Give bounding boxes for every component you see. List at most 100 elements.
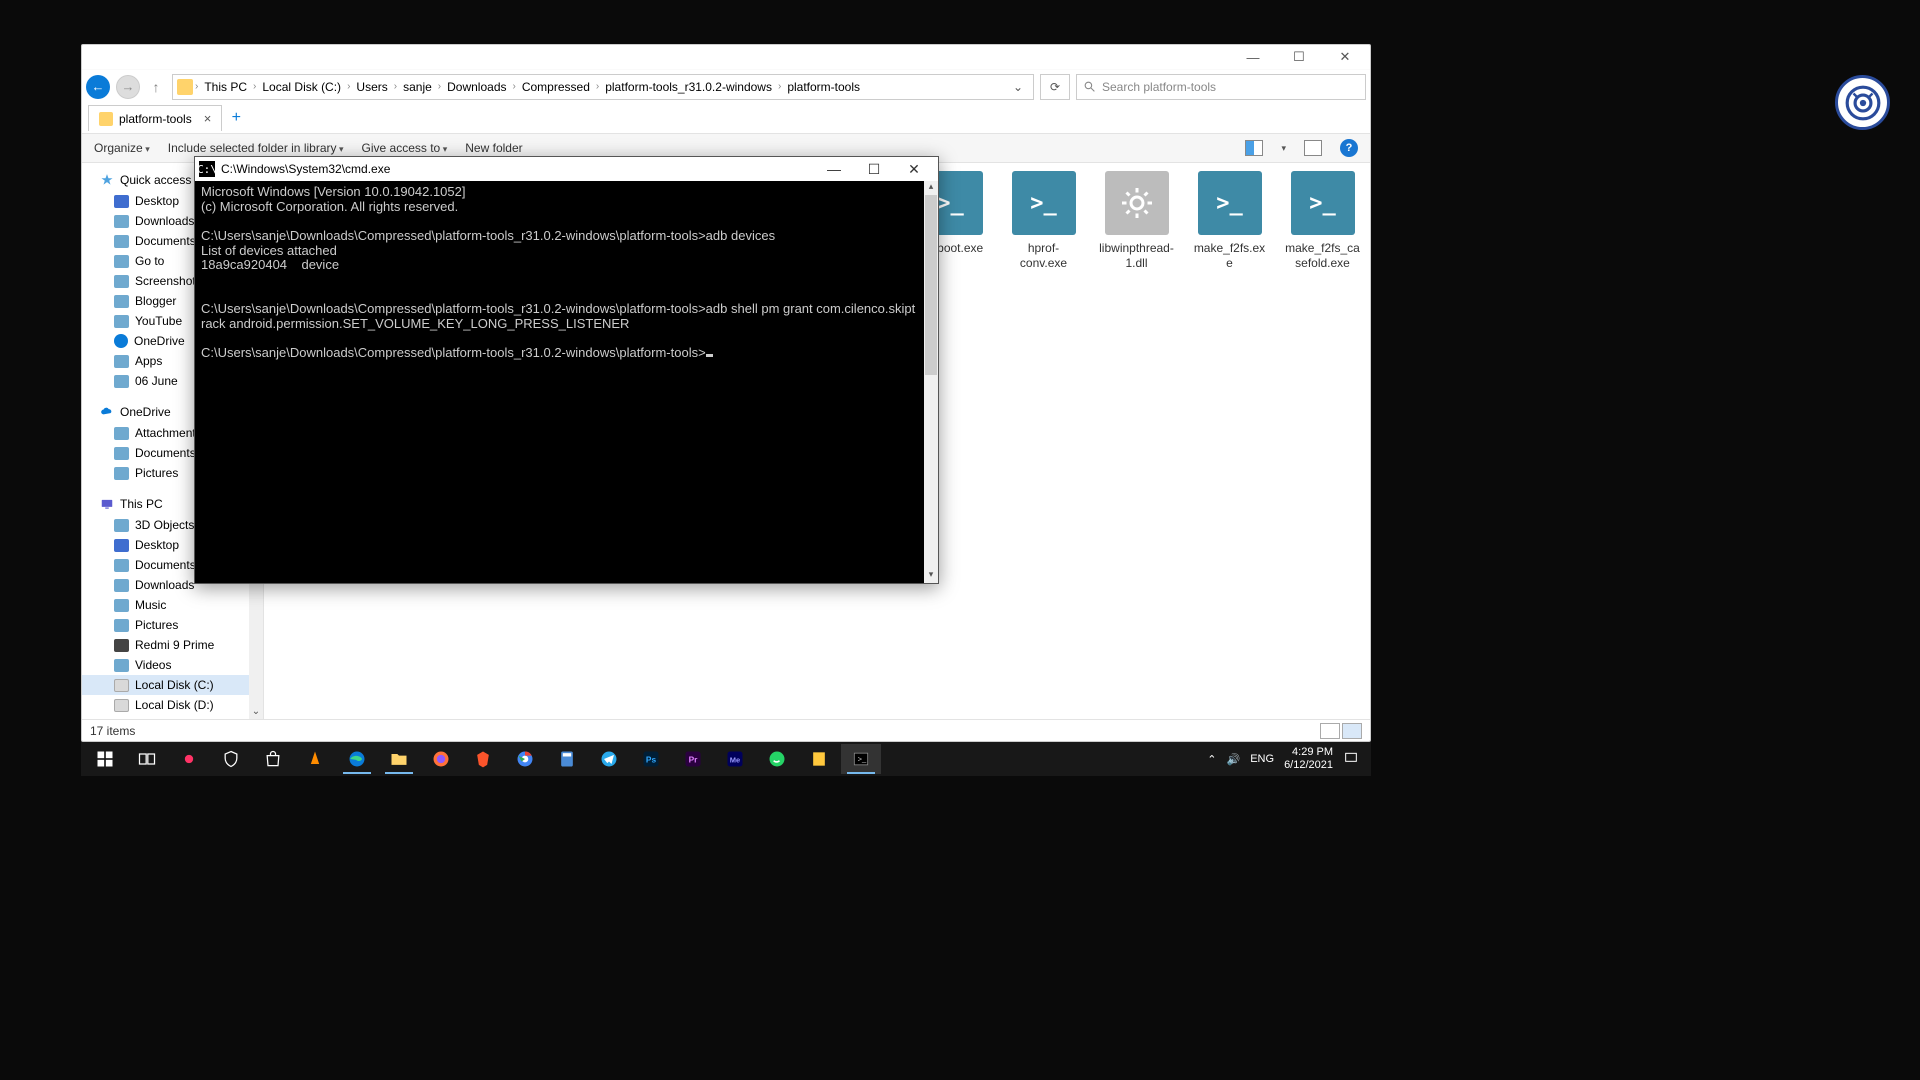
search-icon: [1083, 80, 1096, 93]
taskbar-app-notes[interactable]: [799, 744, 839, 774]
taskbar-app-brave[interactable]: [463, 744, 503, 774]
file-item[interactable]: >_hprof-conv.exe: [1006, 171, 1081, 271]
folder-icon: [114, 467, 129, 480]
sidebar-item-pictures-pc[interactable]: Pictures: [82, 615, 263, 635]
tray-clock[interactable]: 4:29 PM 6/12/2021: [1284, 746, 1333, 771]
sidebar-item-videos[interactable]: Videos: [82, 655, 263, 675]
taskbar-app-premiere[interactable]: Pr: [673, 744, 713, 774]
sidebar-item-localdisk-d[interactable]: Local Disk (D:): [82, 695, 263, 715]
tray-notifications-icon[interactable]: [1343, 750, 1359, 769]
maximize-button[interactable]: ☐: [1276, 46, 1322, 68]
channel-watermark: [1835, 75, 1890, 130]
organize-menu[interactable]: Organize: [94, 141, 150, 155]
nav-up-button[interactable]: ↑: [146, 79, 166, 95]
sidebar-item-redmi9[interactable]: Redmi 9 Prime: [82, 635, 263, 655]
svg-text:Ps: Ps: [646, 754, 657, 764]
folder-icon: [114, 559, 129, 572]
folder-icon: [114, 315, 129, 328]
desktop-icon: [114, 539, 129, 552]
tab-platform-tools[interactable]: platform-tools ×: [88, 105, 222, 131]
file-item[interactable]: >_make_f2fs_casefold.exe: [1285, 171, 1360, 271]
crumb[interactable]: Downloads: [443, 78, 510, 96]
sidebar-item-localdisk-c[interactable]: Local Disk (C:): [82, 675, 263, 695]
explorer-titlebar[interactable]: — ☐ ✕: [82, 45, 1370, 69]
taskbar-app-vlc[interactable]: [295, 744, 335, 774]
taskbar-app-explorer[interactable]: [379, 744, 419, 774]
cmd-minimize-button[interactable]: —: [814, 161, 854, 177]
chevron-right-icon: ›: [195, 81, 198, 92]
taskbar-app-telegram[interactable]: [589, 744, 629, 774]
cmd-close-button[interactable]: ✕: [894, 161, 934, 178]
nav-forward-button[interactable]: →: [116, 75, 140, 99]
start-button[interactable]: [85, 744, 125, 774]
sidebar-item-music[interactable]: Music: [82, 595, 263, 615]
folder-icon: [114, 215, 129, 228]
taskbar-app-cmd[interactable]: >_: [841, 744, 881, 774]
taskbar-app-whatsapp[interactable]: [757, 744, 797, 774]
taskbar-app-defender[interactable]: [211, 744, 251, 774]
cmd-icon: C:\: [199, 161, 215, 177]
give-access-menu[interactable]: Give access to: [362, 141, 448, 155]
cmd-maximize-button[interactable]: ☐: [854, 161, 894, 178]
crumb[interactable]: Users: [352, 78, 391, 96]
svg-text:>_: >_: [858, 755, 867, 764]
taskbar-app-iobit[interactable]: [169, 744, 209, 774]
crumb[interactable]: sanje: [399, 78, 436, 96]
file-item[interactable]: libwinpthread-1.dll: [1099, 171, 1174, 271]
crumb[interactable]: Compressed: [518, 78, 594, 96]
help-button[interactable]: ?: [1340, 139, 1358, 157]
refresh-button[interactable]: ⟳: [1040, 74, 1070, 100]
disk-icon: [114, 699, 129, 712]
taskbar-app-calculator[interactable]: [547, 744, 587, 774]
breadcrumb-bar[interactable]: › This PC› Local Disk (C:)› Users› sanje…: [172, 74, 1034, 100]
folder-icon: [114, 659, 129, 672]
exe-icon: >_: [1198, 171, 1262, 235]
phone-icon: [114, 639, 129, 652]
icons-view-button[interactable]: [1342, 723, 1362, 739]
taskbar-app-media-encoder[interactable]: Me: [715, 744, 755, 774]
taskbar-app-chrome[interactable]: [505, 744, 545, 774]
folder-icon: [114, 599, 129, 612]
tab-bar: platform-tools × +: [82, 103, 1370, 133]
tray-volume-icon[interactable]: 🔊: [1227, 753, 1241, 766]
tray-language[interactable]: ENG: [1250, 753, 1274, 765]
crumb[interactable]: platform-tools_r31.0.2-windows: [601, 78, 776, 96]
tab-close-icon[interactable]: ×: [198, 111, 212, 126]
cmd-title: C:\Windows\System32\cmd.exe: [221, 162, 390, 176]
details-view-button[interactable]: [1320, 723, 1340, 739]
taskbar-app-firefox[interactable]: [421, 744, 461, 774]
folder-icon: [114, 619, 129, 632]
minimize-button[interactable]: —: [1230, 46, 1276, 68]
scroll-down-icon[interactable]: ▾: [924, 569, 938, 583]
new-tab-button[interactable]: +: [224, 106, 248, 130]
search-placeholder: Search platform-tools: [1102, 80, 1216, 94]
task-view-button[interactable]: [127, 744, 167, 774]
cmd-scrollbar[interactable]: ▴ ▾: [924, 181, 938, 583]
chevron-down-icon[interactable]: ▾: [1281, 143, 1286, 154]
new-folder-button[interactable]: New folder: [465, 141, 522, 155]
close-button[interactable]: ✕: [1322, 46, 1368, 68]
scrollbar-thumb[interactable]: [925, 195, 937, 375]
cmd-titlebar[interactable]: C:\ C:\Windows\System32\cmd.exe — ☐ ✕: [195, 157, 938, 181]
preview-pane-button[interactable]: [1245, 140, 1263, 156]
system-tray[interactable]: ⌃ 🔊 ENG 4:29 PM 6/12/2021: [1199, 746, 1367, 771]
crumb[interactable]: This PC: [200, 78, 251, 96]
file-item[interactable]: >_make_f2fs.exe: [1192, 171, 1267, 271]
exe-icon: >_: [1291, 171, 1355, 235]
tab-label: platform-tools: [119, 112, 192, 126]
star-icon: [100, 173, 114, 187]
include-in-library-menu[interactable]: Include selected folder in library: [168, 141, 344, 155]
chevron-down-icon[interactable]: ⌄: [1007, 80, 1029, 94]
cmd-output[interactable]: Microsoft Windows [Version 10.0.19042.10…: [195, 181, 924, 583]
crumb[interactable]: platform-tools: [783, 78, 864, 96]
details-pane-button[interactable]: [1304, 140, 1322, 156]
nav-back-button[interactable]: ←: [86, 75, 110, 99]
taskbar-app-edge[interactable]: [337, 744, 377, 774]
tray-chevron-icon[interactable]: ⌃: [1207, 753, 1216, 766]
taskbar-app-store[interactable]: [253, 744, 293, 774]
dll-icon: [1105, 171, 1169, 235]
scroll-up-icon[interactable]: ▴: [924, 181, 938, 195]
taskbar-app-photoshop[interactable]: Ps: [631, 744, 671, 774]
search-input[interactable]: Search platform-tools: [1076, 74, 1366, 100]
crumb[interactable]: Local Disk (C:): [258, 78, 345, 96]
